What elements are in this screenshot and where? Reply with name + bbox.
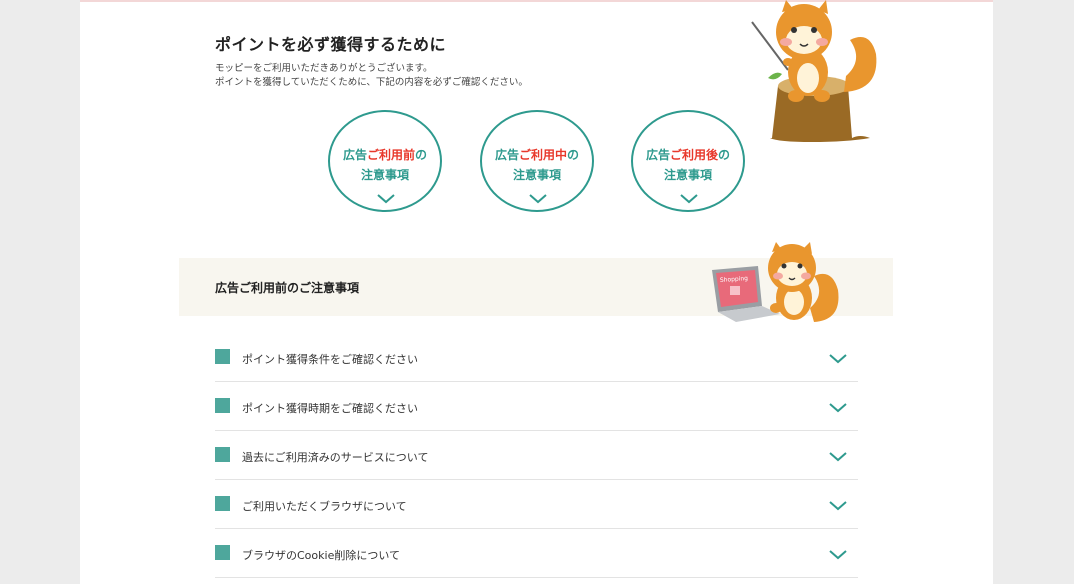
circle-during-use-suffix: の: [567, 148, 580, 162]
circle-during-use-prefix: 広告: [494, 148, 519, 162]
accordion-item-browser[interactable]: ご利用いただくブラウザについて: [215, 479, 858, 529]
circle-during-use[interactable]: 広告ご利用中の 注意事項: [480, 110, 594, 212]
chevron-down-icon: [680, 194, 698, 204]
circle-before-use-subtitle: 注意事項: [360, 168, 409, 182]
bullet-square-icon: [215, 496, 230, 511]
circle-during-use-title: 広告ご利用中の: [482, 146, 592, 163]
circle-before-use-title: 広告ご利用前の: [330, 146, 440, 163]
page-title: ポイントを必ず獲得するために: [215, 35, 447, 54]
accordion-item-point-conditions[interactable]: ポイント獲得条件をご確認ください: [215, 332, 858, 382]
circle-after-use-prefix: 広告: [645, 148, 670, 162]
circle-during-use-subtitle: 注意事項: [512, 168, 561, 182]
circle-before-use-suffix: の: [415, 148, 428, 162]
circle-before-use-highlight: ご利用前: [366, 148, 415, 162]
chevron-down-icon: [829, 354, 847, 364]
chevron-down-icon: [829, 550, 847, 560]
bullet-square-icon: [215, 545, 230, 560]
accordion-item-label: ポイント獲得時期をご確認ください: [242, 402, 418, 415]
circle-after-use-subtitle: 注意事項: [663, 168, 712, 182]
chevron-down-icon: [529, 194, 547, 204]
intro-line-2: ポイントを獲得していただくために、下記の内容を必ずご確認ください。: [215, 77, 528, 88]
chevron-down-icon: [829, 501, 847, 511]
intro-text: モッピーをご利用いただきありがとうございます。 ポイントを獲得していただくために…: [215, 62, 528, 90]
squirrel-laptop-illustration: Shopping: [712, 242, 839, 322]
accordion-item-label: 過去にご利用済みのサービスについて: [242, 451, 429, 464]
circle-after-use-suffix: の: [718, 148, 731, 162]
accordion-item-label: ご利用いただくブラウザについて: [242, 500, 407, 513]
chevron-down-icon: [377, 194, 395, 204]
squirrel-stump-illustration: [751, 0, 877, 142]
accordion-item-point-timing[interactable]: ポイント獲得時期をご確認ください: [215, 381, 858, 431]
circle-before-use[interactable]: 広告ご利用前の 注意事項: [328, 110, 442, 212]
bullet-square-icon: [215, 398, 230, 413]
section-title: 広告ご利用前のご注意事項: [215, 281, 360, 295]
circle-after-use[interactable]: 広告ご利用後の 注意事項: [631, 110, 745, 212]
intro-line-1: モッピーをご利用いただきありがとうございます。: [215, 63, 433, 74]
circle-after-use-highlight: ご利用後: [669, 148, 718, 162]
accordion-item-label: ブラウザのCookie削除について: [242, 549, 401, 562]
circle-before-use-prefix: 広告: [342, 148, 367, 162]
circle-during-use-highlight: ご利用中: [518, 148, 567, 162]
accordion-item-label: ポイント獲得条件をご確認ください: [242, 353, 418, 366]
accordion-item-cookie[interactable]: ブラウザのCookie削除について: [215, 528, 858, 578]
bullet-square-icon: [215, 349, 230, 364]
accordion-item-past-services[interactable]: 過去にご利用済みのサービスについて: [215, 430, 858, 480]
bullet-square-icon: [215, 447, 230, 462]
chevron-down-icon: [829, 452, 847, 462]
page-panel: ポイントを必ず獲得するために モッピーをご利用いただきありがとうございます。 ポ…: [80, 0, 993, 584]
chevron-down-icon: [829, 403, 847, 413]
circle-after-use-title: 広告ご利用後の: [633, 146, 743, 163]
